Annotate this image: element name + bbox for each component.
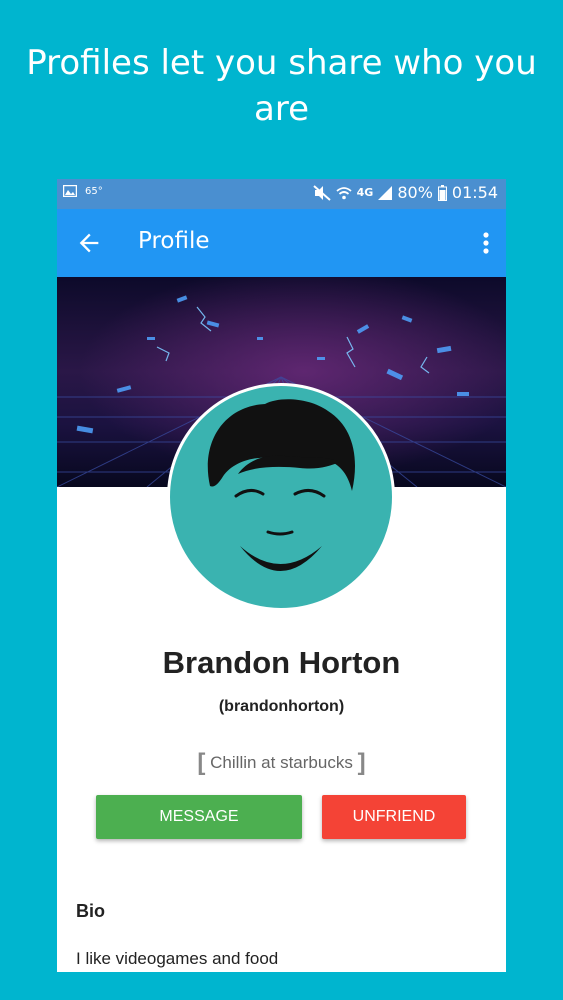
status-bracket-close: ] [357, 749, 366, 776]
hair [207, 399, 355, 491]
message-button[interactable]: MESSAGE [96, 795, 302, 839]
clock: 01:54 [451, 183, 498, 202]
wifi-icon [336, 186, 352, 199]
profile-status: [ Chillin at starbucks ] [57, 749, 506, 777]
avatar[interactable] [167, 383, 395, 611]
status-text: Chillin at starbucks [210, 753, 353, 772]
battery-percent: 80% [397, 183, 433, 202]
network-type: 4G [356, 186, 374, 199]
mute-icon [312, 184, 331, 201]
profile-name: Brandon Horton [162, 645, 401, 680]
bio-heading: Bio [76, 901, 105, 921]
app-bar: Profile [57, 209, 506, 277]
more-vert-icon[interactable] [482, 231, 490, 255]
status-bracket-open: [ [197, 749, 206, 776]
profile-username: (brandonhorton) [218, 698, 345, 715]
arrow-left-icon[interactable] [75, 229, 103, 257]
temperature-text: 65° [85, 185, 103, 197]
signal-icon [378, 185, 393, 200]
gallery-icon [63, 185, 77, 197]
phone-screen: 65° 4G 80% 01:54 Profile Brandon Horton … [57, 179, 506, 972]
bio-text: I like videogames and food [76, 949, 279, 968]
promo-headline: Profiles let you share who you are [26, 43, 537, 129]
battery-icon [437, 184, 447, 201]
status-bar: 65° 4G 80% 01:54 [57, 179, 506, 209]
page-title: Profile [138, 228, 210, 254]
unfriend-button[interactable]: UNFRIEND [322, 795, 466, 839]
